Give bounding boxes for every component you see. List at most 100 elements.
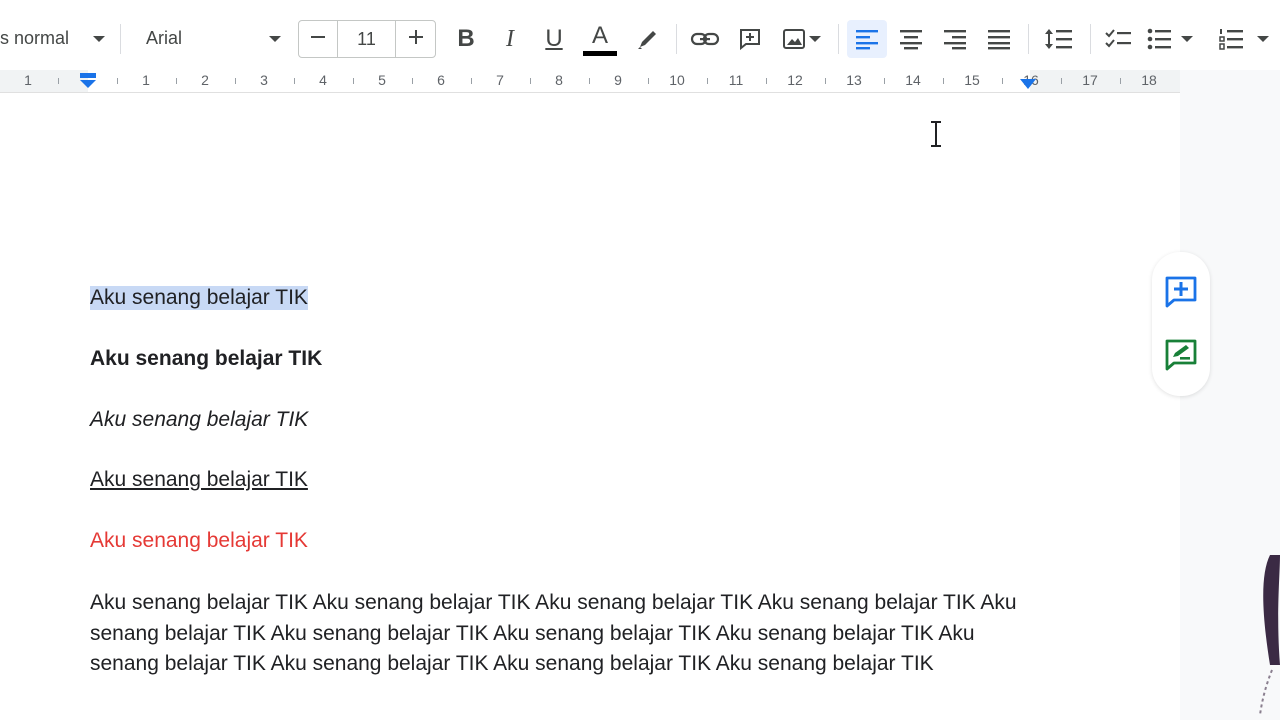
italic-button[interactable]: I [494, 22, 526, 56]
ruler-tick [176, 78, 177, 84]
highlight-color-button[interactable] [632, 22, 664, 56]
bulleted-list-icon [1146, 28, 1174, 50]
bulleted-list-button[interactable] [1146, 22, 1206, 56]
chevron-down-icon [92, 34, 106, 44]
decrease-font-size-button[interactable] [298, 20, 338, 58]
justify-button[interactable] [982, 22, 1016, 56]
ruler-label: 18 [1141, 72, 1157, 88]
font-family-dropdown[interactable]: Arial [146, 24, 286, 54]
font-size-input[interactable]: 11 [337, 20, 396, 58]
line-spacing-button[interactable] [1040, 22, 1078, 56]
bold-button[interactable]: B [450, 22, 482, 56]
plus-icon [408, 29, 424, 50]
ruler-label: 1 [24, 72, 32, 88]
ruler-tick [766, 78, 767, 84]
ruler-label: 9 [614, 72, 622, 88]
link-icon [690, 29, 720, 49]
document-paragraph[interactable]: Aku senang belajar TIK Aku senang belaja… [90, 588, 1030, 680]
text-color-label: A [591, 22, 608, 49]
chevron-down-icon [808, 34, 822, 44]
underline-label: U [545, 25, 563, 52]
toolbar-divider [1090, 24, 1091, 54]
chevron-down-icon [1256, 34, 1270, 44]
italic-label: I [506, 25, 514, 52]
document-line-selected[interactable]: Aku senang belajar TIK [90, 286, 308, 310]
toolbar-divider [838, 24, 839, 54]
indent-marker-icon[interactable] [79, 73, 97, 94]
ruler-label: 7 [496, 72, 504, 88]
ruler-label: 10 [669, 72, 685, 88]
image-icon [782, 28, 808, 50]
ruler-label: 1 [142, 72, 150, 88]
align-right-button[interactable] [938, 22, 972, 56]
numbered-list-button[interactable] [1218, 22, 1280, 56]
overlay-figure-icon [1256, 545, 1280, 720]
ruler-label: 2 [201, 72, 209, 88]
align-center-button[interactable] [894, 22, 928, 56]
ruler-tick [530, 78, 531, 84]
align-left-icon [855, 28, 879, 50]
ruler-tick [1002, 78, 1003, 84]
chevron-down-icon [1180, 34, 1194, 44]
text-color-swatch [583, 51, 617, 56]
marker-pen-icon [636, 27, 660, 51]
numbered-list-icon [1218, 28, 1246, 50]
toolbar-divider [120, 24, 121, 54]
ruler-tick [235, 78, 236, 84]
ruler-tick [1061, 78, 1062, 84]
ruler-tick [117, 78, 118, 84]
text-cursor-icon [928, 120, 944, 153]
suggest-edits-icon[interactable] [1165, 339, 1197, 376]
ruler-tick [943, 78, 944, 84]
document-line-italic[interactable]: Aku senang belajar TIK [90, 408, 308, 432]
toolbar: s normal Arial 11 B I U A [0, 0, 1280, 70]
line-spacing-icon [1044, 27, 1074, 51]
ruler-tick [589, 78, 590, 84]
text-color-button[interactable]: A [582, 20, 618, 60]
horizontal-ruler[interactable]: 1 1 2 3 4 5 6 7 8 9 10 11 12 13 14 15 16… [0, 70, 1180, 93]
add-comment-button[interactable] [733, 22, 767, 56]
insert-link-button[interactable] [688, 22, 722, 56]
ruler-label: 8 [555, 72, 563, 88]
checklist-button[interactable] [1100, 22, 1136, 56]
paragraph-style-label: s normal [0, 28, 70, 48]
ruler-tick [294, 78, 295, 84]
chevron-down-icon [268, 34, 282, 44]
ruler-label: 15 [964, 72, 980, 88]
document-line-underline[interactable]: Aku senang belajar TIK [90, 468, 308, 492]
ruler-tick [884, 78, 885, 84]
align-left-button[interactable] [847, 20, 887, 58]
align-center-icon [899, 28, 923, 50]
toolbar-divider [676, 24, 677, 54]
ruler-left-margin [0, 70, 88, 92]
ruler-right-margin [1030, 70, 1180, 92]
increase-font-size-button[interactable] [395, 20, 436, 58]
font-family-label: Arial [146, 28, 183, 48]
ruler-label: 17 [1082, 72, 1098, 88]
add-comment-icon[interactable] [1165, 276, 1197, 313]
ruler-tick [648, 78, 649, 84]
ruler-label: 14 [905, 72, 921, 88]
ruler-tick [1120, 78, 1121, 84]
checklist-icon [1104, 28, 1132, 50]
ruler-tick [58, 78, 59, 84]
align-right-icon [943, 28, 967, 50]
paragraph-style-dropdown[interactable]: s normal [0, 24, 110, 54]
font-size-control: 11 [298, 20, 436, 58]
ruler-tick [471, 78, 472, 84]
document-line-red[interactable]: Aku senang belajar TIK [90, 529, 308, 553]
insert-image-button[interactable] [776, 22, 828, 56]
ruler-tick [412, 78, 413, 84]
ruler-label: 13 [846, 72, 862, 88]
ruler-label: 4 [319, 72, 327, 88]
minus-icon [310, 29, 326, 50]
ruler-label: 11 [728, 72, 744, 88]
toolbar-divider [1028, 24, 1029, 54]
document-line-bold[interactable]: Aku senang belajar TIK [90, 347, 322, 371]
ruler-label: 3 [260, 72, 268, 88]
ruler-tick [353, 78, 354, 84]
underline-button[interactable]: U [538, 22, 570, 56]
ruler-tick [707, 78, 708, 84]
ruler-label: 5 [378, 72, 386, 88]
add-comment-icon [738, 27, 762, 51]
